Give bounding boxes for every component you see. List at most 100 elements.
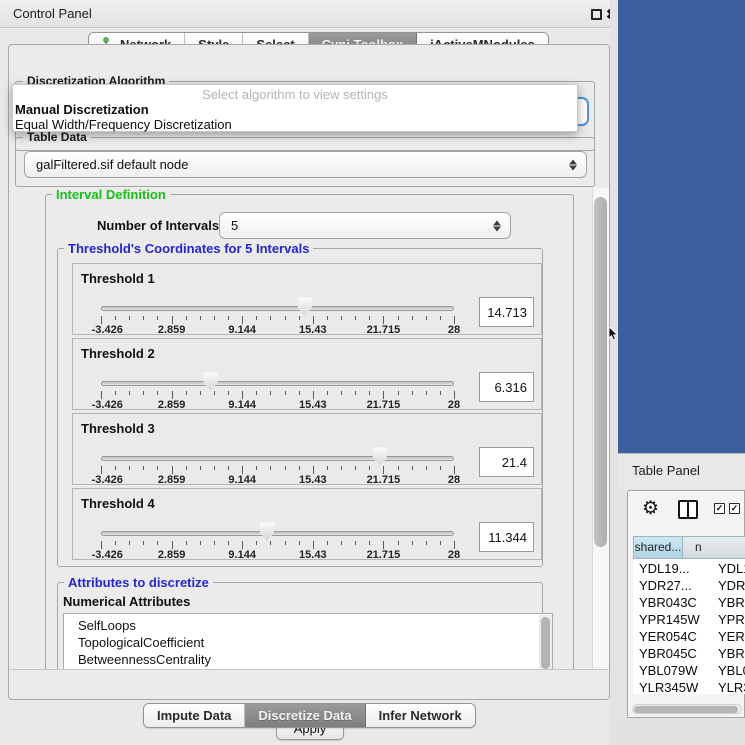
table-panel-title: Table Panel (632, 454, 700, 488)
threshold-value-input[interactable] (479, 297, 534, 327)
cyni-toolbox-panel: Discretization Algorithm Table Data galF… (8, 44, 610, 700)
tab-discretize-data[interactable]: Discretize Data (245, 704, 365, 727)
checkbox-icon[interactable]: ✓ (729, 503, 740, 514)
slider-track[interactable] (101, 456, 454, 461)
combo-arrows-icon (569, 159, 577, 170)
attributes-group-title: Attributes to discretize (64, 576, 213, 589)
threshold-box: Threshold 1 -3.4262.8599.14415.4321.71528 (72, 263, 542, 335)
threshold-box: Threshold 3 -3.4262.8599.14415.4321.71528 (72, 413, 542, 485)
tab-infer-network[interactable]: Infer Network (366, 704, 475, 727)
table-rows: YDL19... YDL1 YDR27... YDR2 YBR043C YBR0 YPR14… (633, 559, 745, 694)
slider-ticks (101, 466, 454, 474)
panel-title: Control Panel (13, 0, 92, 28)
attribute-item[interactable]: TopologicalCoefficient (78, 635, 204, 651)
control-panel-titlebar: Control Panel ✖ (0, 0, 618, 28)
cell-shared-name: YPR145W (639, 612, 709, 627)
slider-tick-labels: -3.4262.8599.14415.4321.71528 (101, 549, 454, 560)
slider-track[interactable] (101, 531, 454, 536)
slider-thumb[interactable] (202, 372, 218, 391)
bottom-tab-bar: Impute Data Discretize Data Infer Network (143, 703, 476, 728)
slider-track[interactable] (101, 381, 454, 386)
algorithm-option[interactable]: Equal Width/Frequency Discretization (15, 117, 575, 132)
tab-label: Infer Network (379, 708, 462, 723)
column-header-name[interactable]: n (683, 536, 745, 559)
settings-scroll-area: Interval Definition Number of Intervals … (10, 187, 592, 669)
cell-shared-name: YER054C (639, 629, 709, 644)
split-columns-icon[interactable] (678, 500, 698, 519)
cell-name: YBL0 (718, 663, 745, 678)
screenshot-root: Control Panel ✖ NetworkStyleSelectCyni T… (0, 0, 745, 745)
tab-label: Impute Data (157, 708, 231, 723)
table-row[interactable]: YDL19... YDL1 (633, 561, 745, 578)
threshold-value-input[interactable] (479, 447, 534, 477)
threshold-box: Threshold 4 -3.4262.8599.14415.4321.71528 (72, 488, 542, 560)
threshold-value-input[interactable] (479, 372, 534, 402)
float-window-icon[interactable] (591, 9, 602, 20)
column-header-shared-name[interactable]: shared... (633, 536, 683, 559)
table-row[interactable]: YPR145W YPR1 (633, 612, 745, 629)
threshold-label: Threshold 3 (81, 421, 155, 436)
slider-thumb[interactable] (372, 447, 388, 466)
slider-track[interactable] (101, 306, 454, 311)
table-panel-header: Table Panel (618, 453, 745, 489)
tab-label: Discretize Data (258, 708, 351, 723)
settings-scrollbar-thumb[interactable] (594, 197, 607, 547)
cell-shared-name: YDR27... (639, 578, 709, 593)
slider-ticks (101, 316, 454, 324)
cell-shared-name: YDL19... (639, 561, 709, 576)
popup-hint: Select algorithm to view settings (13, 87, 577, 102)
cell-name: YER0 (718, 629, 745, 644)
attribute-item[interactable]: BetweennessCentrality (78, 652, 211, 668)
tab-impute-data[interactable]: Impute Data (144, 704, 245, 727)
cell-shared-name: YBR045C (639, 646, 709, 661)
threshold-label: Threshold 4 (81, 496, 155, 511)
algorithm-option[interactable]: Manual Discretization (15, 102, 575, 117)
slider-tick-labels: -3.4262.8599.14415.4321.71528 (101, 474, 454, 485)
table-data-title: Table Data (23, 131, 91, 144)
numerical-attributes-list[interactable]: SelfLoopsTopologicalCoefficientBetweenne… (63, 613, 553, 669)
table-row[interactable]: YER054C YER0 (633, 629, 745, 646)
attributes-scrollbar-thumb[interactable] (541, 617, 550, 669)
slider-thumb[interactable] (259, 522, 275, 541)
network-view-frame: GAL80GCGAL11GAL4HGCY1HAP2 (618, 0, 745, 453)
numerical-attributes-label: Numerical Attributes (63, 594, 190, 609)
cell-shared-name: YLR345W (639, 680, 709, 694)
attribute-item[interactable]: SelfLoops (78, 618, 136, 634)
table-row[interactable]: YLR345W YLR3 (633, 680, 745, 694)
slider-tick-labels: -3.4262.8599.14415.4321.71528 (101, 399, 454, 410)
cell-name: YDR2 (718, 578, 745, 593)
slider-ticks (101, 391, 454, 399)
table-row[interactable]: YBR043C YBR0 (633, 595, 745, 612)
separator (10, 669, 608, 670)
cell-name: YPR1 (718, 612, 745, 627)
bottom-right-spacer (618, 718, 745, 745)
cell-name: YLR3 (718, 680, 745, 694)
slider-thumb[interactable] (297, 297, 313, 316)
cell-name: YBR0 (718, 646, 745, 661)
algorithm-dropdown-popup: Select algorithm to view settings Manual… (12, 84, 578, 132)
table-row[interactable]: YDR27... YDR2 (633, 578, 745, 595)
table-header-row: shared... n (633, 536, 745, 559)
threshold-label: Threshold 2 (81, 346, 155, 361)
control-panel: Control Panel ✖ NetworkStyleSelectCyni T… (0, 0, 618, 745)
cell-name: YBR0 (718, 595, 745, 610)
table-horizontal-scrollbar[interactable] (632, 704, 742, 714)
mouse-cursor (608, 327, 620, 341)
table-hscrollbar-thumb[interactable] (634, 706, 738, 713)
table-data-combo[interactable]: galFiltered.sif default node (24, 151, 587, 178)
table-row[interactable]: YBR045C YBR0 (633, 646, 745, 663)
threshold-label: Threshold 1 (81, 271, 155, 286)
cell-shared-name: YBL079W (639, 663, 709, 678)
slider-ticks (101, 541, 454, 549)
cell-name: YDL1 (718, 561, 745, 576)
slider-tick-labels: -3.4262.8599.14415.4321.71528 (101, 324, 454, 335)
threshold-value-input[interactable] (479, 522, 534, 552)
table-data-group: Table Data galFiltered.sif default node (15, 137, 595, 187)
gear-icon[interactable]: ⚙ (642, 497, 659, 520)
table-row[interactable]: YBL079W YBL0 (633, 663, 745, 680)
table-data-value: galFiltered.sif default node (36, 152, 188, 177)
table-panel-window: ⚙ ✓ ✓ shared... n YDL19...YDL1YDR27...YD… (627, 490, 745, 718)
cell-shared-name: YBR043C (639, 595, 709, 610)
threshold-box: Threshold 2 -3.4262.8599.14415.4321.71528 (72, 338, 542, 410)
checkbox-icon[interactable]: ✓ (714, 503, 725, 514)
